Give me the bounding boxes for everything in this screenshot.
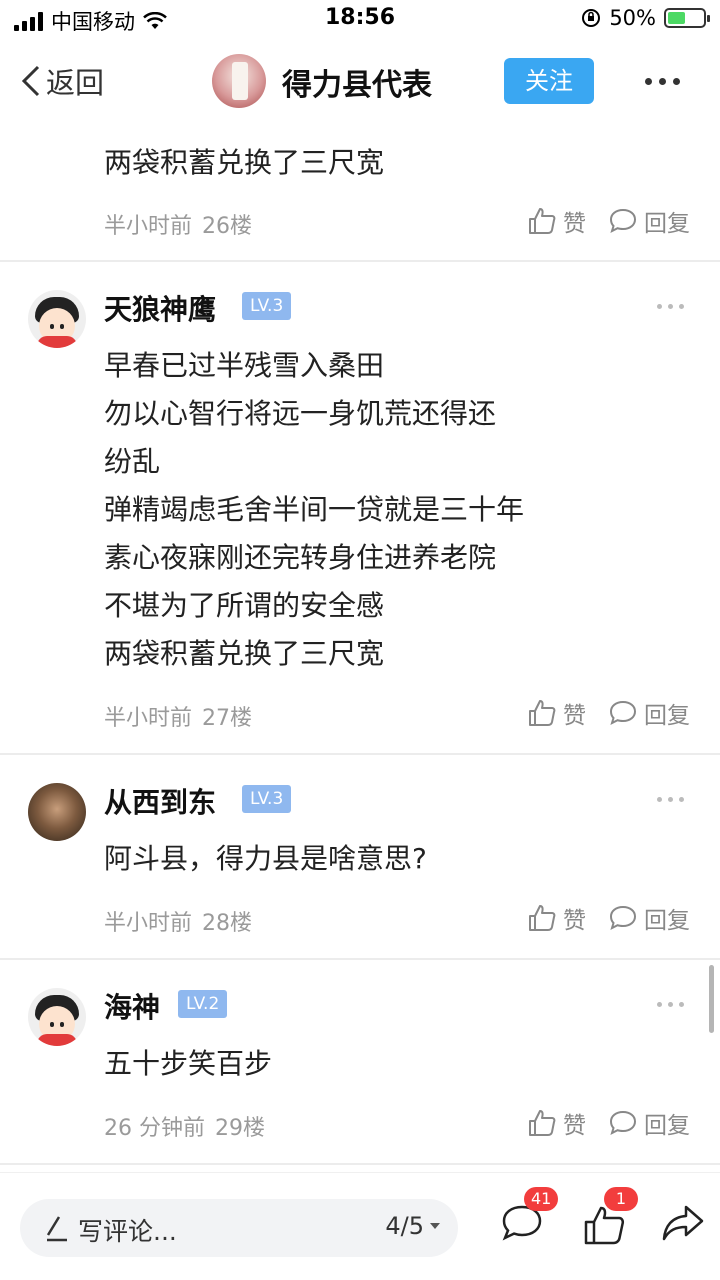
post-time: 半小时前	[104, 706, 193, 731]
reply-label: 回复	[644, 1113, 690, 1139]
post-floor: 28楼	[202, 911, 253, 936]
rotation-lock-icon	[582, 9, 601, 27]
comment-icon	[609, 1110, 637, 1135]
post-time: 半小时前	[104, 911, 193, 936]
post-body: 早春已过半残雪入桑田 勿以心智行将远一身饥荒还得还 纷乱 弹精竭虑毛舍半间一贷就…	[104, 342, 524, 678]
post-time: 26 分钟前	[104, 1116, 205, 1141]
post-line: 两袋积蓄兑换了三尺宽	[104, 146, 385, 179]
post-line: 五十步笑百步	[104, 1047, 273, 1080]
list-item: 海神 LV.2 五十步笑百步 26 分钟前 29楼 赞 回复	[0, 960, 720, 1165]
reply-label: 回复	[644, 908, 690, 934]
comment-icon	[609, 905, 637, 930]
post-body: 五十步笑百步	[104, 1040, 272, 1088]
like-button[interactable]: 赞	[527, 901, 586, 935]
reply-label: 回复	[644, 211, 690, 237]
page-title: 得力县代表	[282, 68, 432, 103]
more-icon[interactable]	[657, 797, 684, 802]
like-count-badge: 1	[604, 1187, 638, 1211]
more-options-icon[interactable]	[645, 78, 680, 85]
pencil-icon	[46, 1216, 67, 1242]
share-icon	[662, 1205, 704, 1241]
level-badge: LV.3	[242, 785, 292, 813]
battery-percent: 50%	[609, 6, 656, 30]
thumbs-up-icon	[529, 700, 556, 726]
like-button[interactable]: 赞	[527, 696, 586, 730]
page-indicator: 4/5	[385, 1212, 424, 1240]
post-line: 两袋积蓄兑换了三尺宽	[104, 637, 385, 670]
thumbs-up-icon	[529, 208, 556, 234]
post-body: 阿斗县，得力县是啥意思?	[104, 835, 427, 883]
forum-avatar[interactable]	[212, 54, 266, 108]
username[interactable]: 海神	[104, 986, 160, 1026]
post-body: 两袋积蓄兑换了三尺宽	[104, 139, 384, 187]
post-line: 勿以心智行将远一身饥荒还得还	[104, 397, 497, 430]
list-item: 两袋积蓄兑换了三尺宽 半小时前 26楼 赞 回复	[0, 100, 720, 262]
username[interactable]: 从西到东	[104, 781, 216, 821]
follow-button[interactable]: 关注	[504, 58, 594, 104]
like-button[interactable]: 赞	[527, 204, 586, 238]
thumbs-up-icon	[529, 1110, 556, 1136]
like-label: 赞	[563, 703, 586, 729]
post-line: 早春已过半残雪入桑田	[104, 349, 385, 382]
post-meta: 26 分钟前 29楼	[104, 1110, 265, 1142]
post-time: 半小时前	[104, 214, 193, 239]
caret-down-icon	[430, 1223, 440, 1229]
back-label: 返回	[46, 66, 105, 100]
back-button[interactable]: 返回	[20, 60, 104, 102]
reply-button[interactable]: 回复	[608, 1106, 690, 1140]
avatar[interactable]	[28, 988, 86, 1046]
username[interactable]: 天狼神鹰	[104, 288, 216, 328]
post-meta: 半小时前 26楼	[104, 208, 252, 240]
comment-input[interactable]: 写评论... 4/5	[20, 1199, 458, 1257]
bottom-bar: 写评论... 4/5 41 1	[0, 1172, 720, 1280]
reply-label: 回复	[644, 703, 690, 729]
nav-bar: 返回 得力县代表 关注	[0, 40, 720, 122]
like-label: 赞	[563, 1113, 586, 1139]
battery-icon	[664, 8, 710, 28]
list-item: 从西到东 LV.3 阿斗县，得力县是啥意思? 半小时前 28楼 赞 回复	[0, 755, 720, 960]
list-item: 天狼神鹰 LV.3 早春已过半残雪入桑田 勿以心智行将远一身饥荒还得还 纷乱 弹…	[0, 262, 720, 755]
post-line: 阿斗县，得力县是啥意思?	[104, 842, 427, 875]
page-selector[interactable]: 4/5	[385, 1212, 442, 1240]
more-icon[interactable]	[657, 1002, 684, 1007]
like-label: 赞	[563, 908, 586, 934]
avatar[interactable]	[28, 290, 86, 348]
comments-button[interactable]: 41	[500, 1187, 559, 1247]
avatar[interactable]	[28, 783, 86, 841]
post-meta: 半小时前 27楼	[104, 700, 252, 732]
level-badge: LV.2	[178, 990, 228, 1018]
post-floor: 26楼	[202, 214, 253, 239]
scrollbar[interactable]	[709, 965, 714, 1033]
post-list: 两袋积蓄兑换了三尺宽 半小时前 26楼 赞 回复 天狼神鹰 LV.3 早春已过半残…	[0, 100, 720, 1172]
thumbs-up-icon	[529, 905, 556, 931]
more-icon[interactable]	[657, 304, 684, 309]
post-line: 弹精竭虑毛舍半间一贷就是三十年	[104, 493, 525, 526]
comment-count-badge: 41	[524, 1187, 559, 1211]
like-button[interactable]: 赞	[527, 1106, 586, 1140]
comment-icon	[609, 700, 637, 725]
comment-icon	[609, 208, 637, 233]
post-floor: 29楼	[215, 1116, 265, 1141]
status-bar: 中国移动 18:56 50%	[0, 0, 720, 40]
reply-button[interactable]: 回复	[608, 696, 690, 730]
reply-button[interactable]: 回复	[608, 901, 690, 935]
post-line: 纷乱	[104, 445, 161, 478]
like-label: 赞	[563, 211, 586, 237]
share-button[interactable]	[660, 1203, 706, 1249]
chevron-left-icon	[21, 65, 40, 97]
level-badge: LV.3	[242, 292, 292, 320]
reply-button[interactable]: 回复	[608, 204, 690, 238]
post-line: 不堪为了所谓的安全感	[104, 589, 385, 622]
post-floor: 27楼	[202, 706, 253, 731]
comment-placeholder: 写评论...	[78, 1217, 177, 1246]
like-post-button[interactable]: 1	[582, 1187, 638, 1251]
post-meta: 半小时前 28楼	[104, 905, 252, 937]
post-line: 素心夜寐刚还完转身住进养老院	[104, 541, 497, 574]
